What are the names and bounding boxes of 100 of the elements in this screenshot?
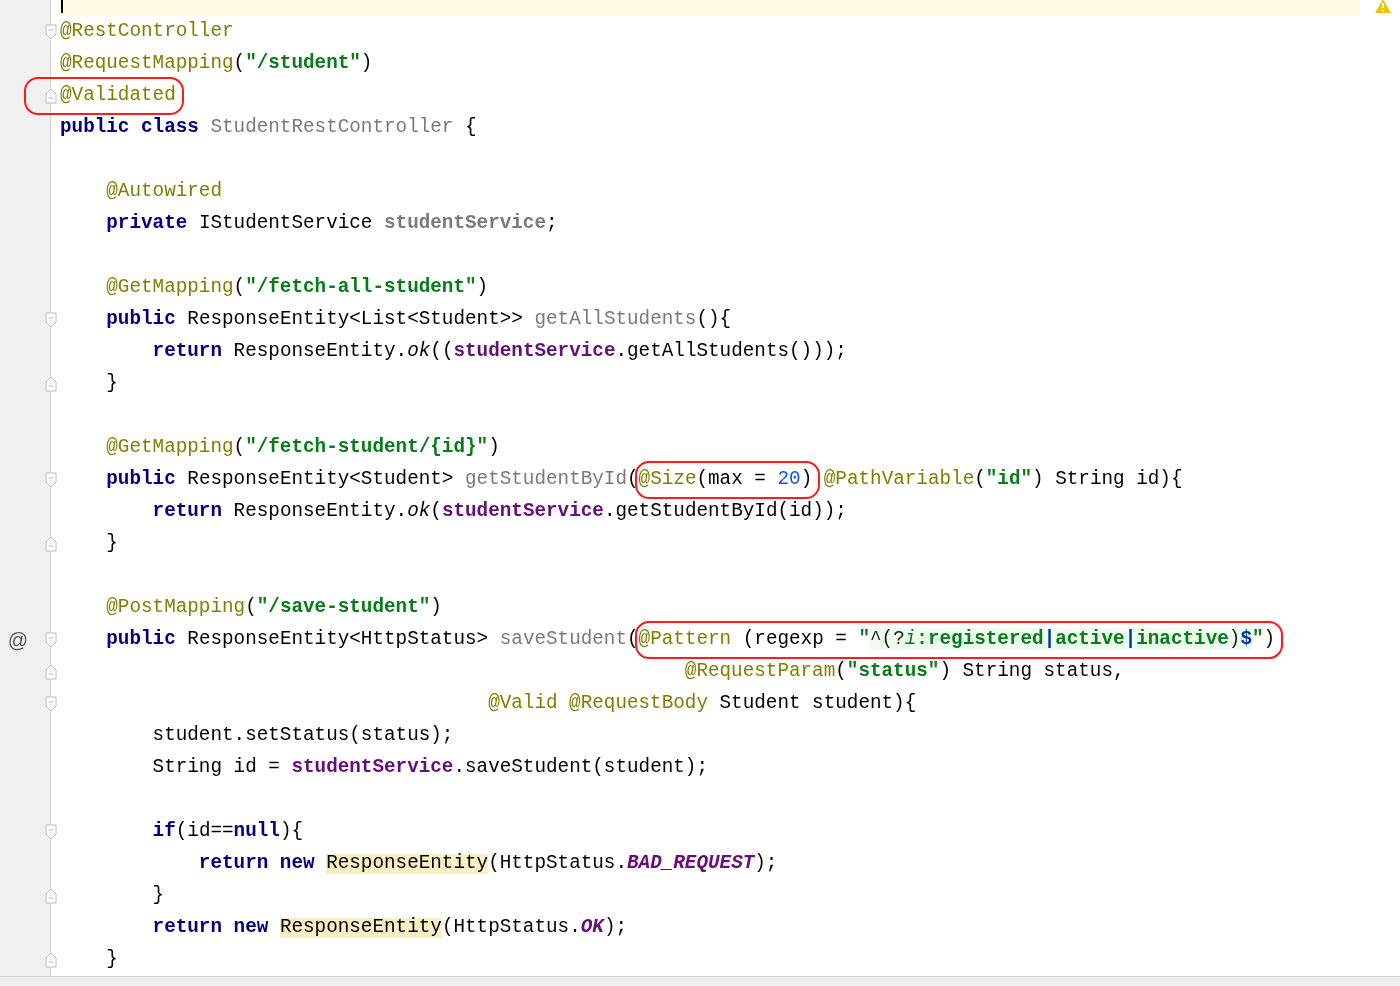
constant-name: OK [580, 918, 604, 938]
fold-icon[interactable] [45, 88, 57, 104]
code-text: (( [430, 342, 454, 362]
code-text: ); [754, 854, 778, 874]
code-text: Student student){ [719, 694, 917, 714]
string-literal: "/save-student" [256, 598, 431, 618]
code-text: ( [245, 598, 257, 618]
code-text: ( [233, 278, 246, 298]
string-literal: " [858, 628, 871, 651]
declaration-name: StudentRestController [210, 118, 454, 138]
annotation: @Validated [60, 84, 176, 107]
code-text: ( [430, 502, 442, 522]
annotation: @GetMapping [106, 438, 234, 458]
code-text: ){ [279, 822, 304, 842]
annotation: @Size [638, 468, 697, 491]
code-text: ( [974, 470, 986, 490]
code-text: ) String id){ [1032, 470, 1183, 490]
code-text: ResponseEntity. [233, 502, 408, 522]
code-text: (id== [175, 822, 234, 842]
declaration-name: getAllStudents [534, 310, 697, 330]
fold-icon[interactable] [45, 824, 57, 840]
code-text: } [106, 950, 118, 970]
annotation: @GetMapping [106, 278, 234, 298]
code-text: ) [476, 278, 489, 298]
keyword: public [106, 470, 176, 490]
string-literal: " [1251, 628, 1264, 651]
keyword: return new [198, 854, 315, 874]
code-text: ( [233, 54, 246, 74]
code-text: } [106, 374, 118, 394]
code-text: .saveStudent(student); [453, 758, 708, 778]
fold-icon[interactable] [45, 952, 57, 968]
code-text: (HttpStatus. [441, 918, 581, 938]
keyword: private [106, 214, 188, 234]
fold-icon[interactable] [45, 696, 57, 712]
code-text: IStudentService [198, 214, 373, 234]
fold-icon[interactable] [45, 888, 57, 904]
keyword: public class [60, 118, 199, 138]
code-text: student.setStatus(status); [152, 726, 454, 746]
fold-icon[interactable] [45, 376, 57, 392]
string-literal: "id" [985, 470, 1033, 490]
field-name: studentService [384, 214, 546, 234]
annotation: @RequestMapping [60, 54, 234, 74]
field-name: studentService [453, 342, 616, 362]
code-text: ) [800, 468, 813, 491]
code-text: (regexp = [742, 628, 847, 651]
annotation: @Valid @RequestBody [488, 694, 708, 714]
code-text: ) String status, [939, 662, 1125, 682]
code-text: String id = [152, 758, 280, 778]
code-text: ) [488, 438, 500, 458]
regex-text: :registered [916, 628, 1044, 651]
highlighted-type: ResponseEntity [279, 918, 442, 938]
constant-name: BAD_REQUEST [627, 854, 755, 874]
highlighted-type: ResponseEntity [326, 854, 489, 874]
code-text: (HttpStatus. [488, 854, 627, 874]
keyword: return [152, 342, 222, 362]
string-literal: "/fetch-all-student" [245, 278, 477, 298]
declaration-name: getStudentById [465, 470, 627, 490]
string-literal: "/student" [245, 54, 361, 74]
annotation: @Autowired [106, 182, 222, 202]
field-name: studentService [291, 758, 454, 778]
field-name: studentService [441, 502, 604, 522]
code-text: ( [835, 662, 847, 682]
regex-group: ^(? [870, 628, 905, 651]
fold-icon[interactable] [45, 632, 57, 648]
keyword: null [233, 822, 280, 842]
code-text: ResponseEntity<Student> [187, 470, 454, 490]
keyword: public [106, 630, 176, 650]
code-text: } [106, 534, 118, 554]
string-literal: "/fetch-student/{id}" [245, 438, 489, 458]
code-text: } [152, 886, 165, 906]
method-name: ok [407, 502, 431, 522]
fold-icon[interactable] [45, 536, 57, 552]
code-text: ) [1263, 628, 1276, 651]
code-text: (){ [696, 310, 732, 330]
method-name: ok [407, 342, 431, 362]
fold-icon[interactable] [45, 312, 57, 328]
annotation: @RestController [60, 22, 234, 42]
code-text: .getAllStudents())); [615, 342, 847, 362]
gutter-marker[interactable]: @ [7, 630, 29, 650]
code-text: (max = [696, 468, 766, 491]
fold-icon[interactable] [45, 664, 57, 680]
warning-icon[interactable] [1374, 0, 1392, 14]
keyword: return [152, 502, 222, 522]
regex-operator: $ [1240, 628, 1252, 651]
code-text: { [465, 118, 477, 138]
code-text: ResponseEntity<List<Student>> [187, 310, 523, 330]
regex-text: inactive [1136, 628, 1229, 651]
code-text: ResponseEntity<HttpStatus> [187, 630, 489, 650]
annotation: @PostMapping [106, 598, 246, 618]
code-text: .getStudentById(id)); [603, 502, 847, 522]
annotation: @Pattern [638, 628, 732, 651]
code-text: ) [360, 54, 373, 74]
fold-icon[interactable] [45, 472, 57, 488]
keyword: public [106, 310, 176, 330]
fold-icon[interactable] [45, 24, 57, 40]
regex-text: active [1055, 628, 1125, 651]
declaration-name: saveStudent [499, 630, 627, 650]
code-text: ( [627, 470, 639, 490]
number-literal: 20 [777, 468, 801, 491]
keyword: return new [152, 918, 269, 938]
